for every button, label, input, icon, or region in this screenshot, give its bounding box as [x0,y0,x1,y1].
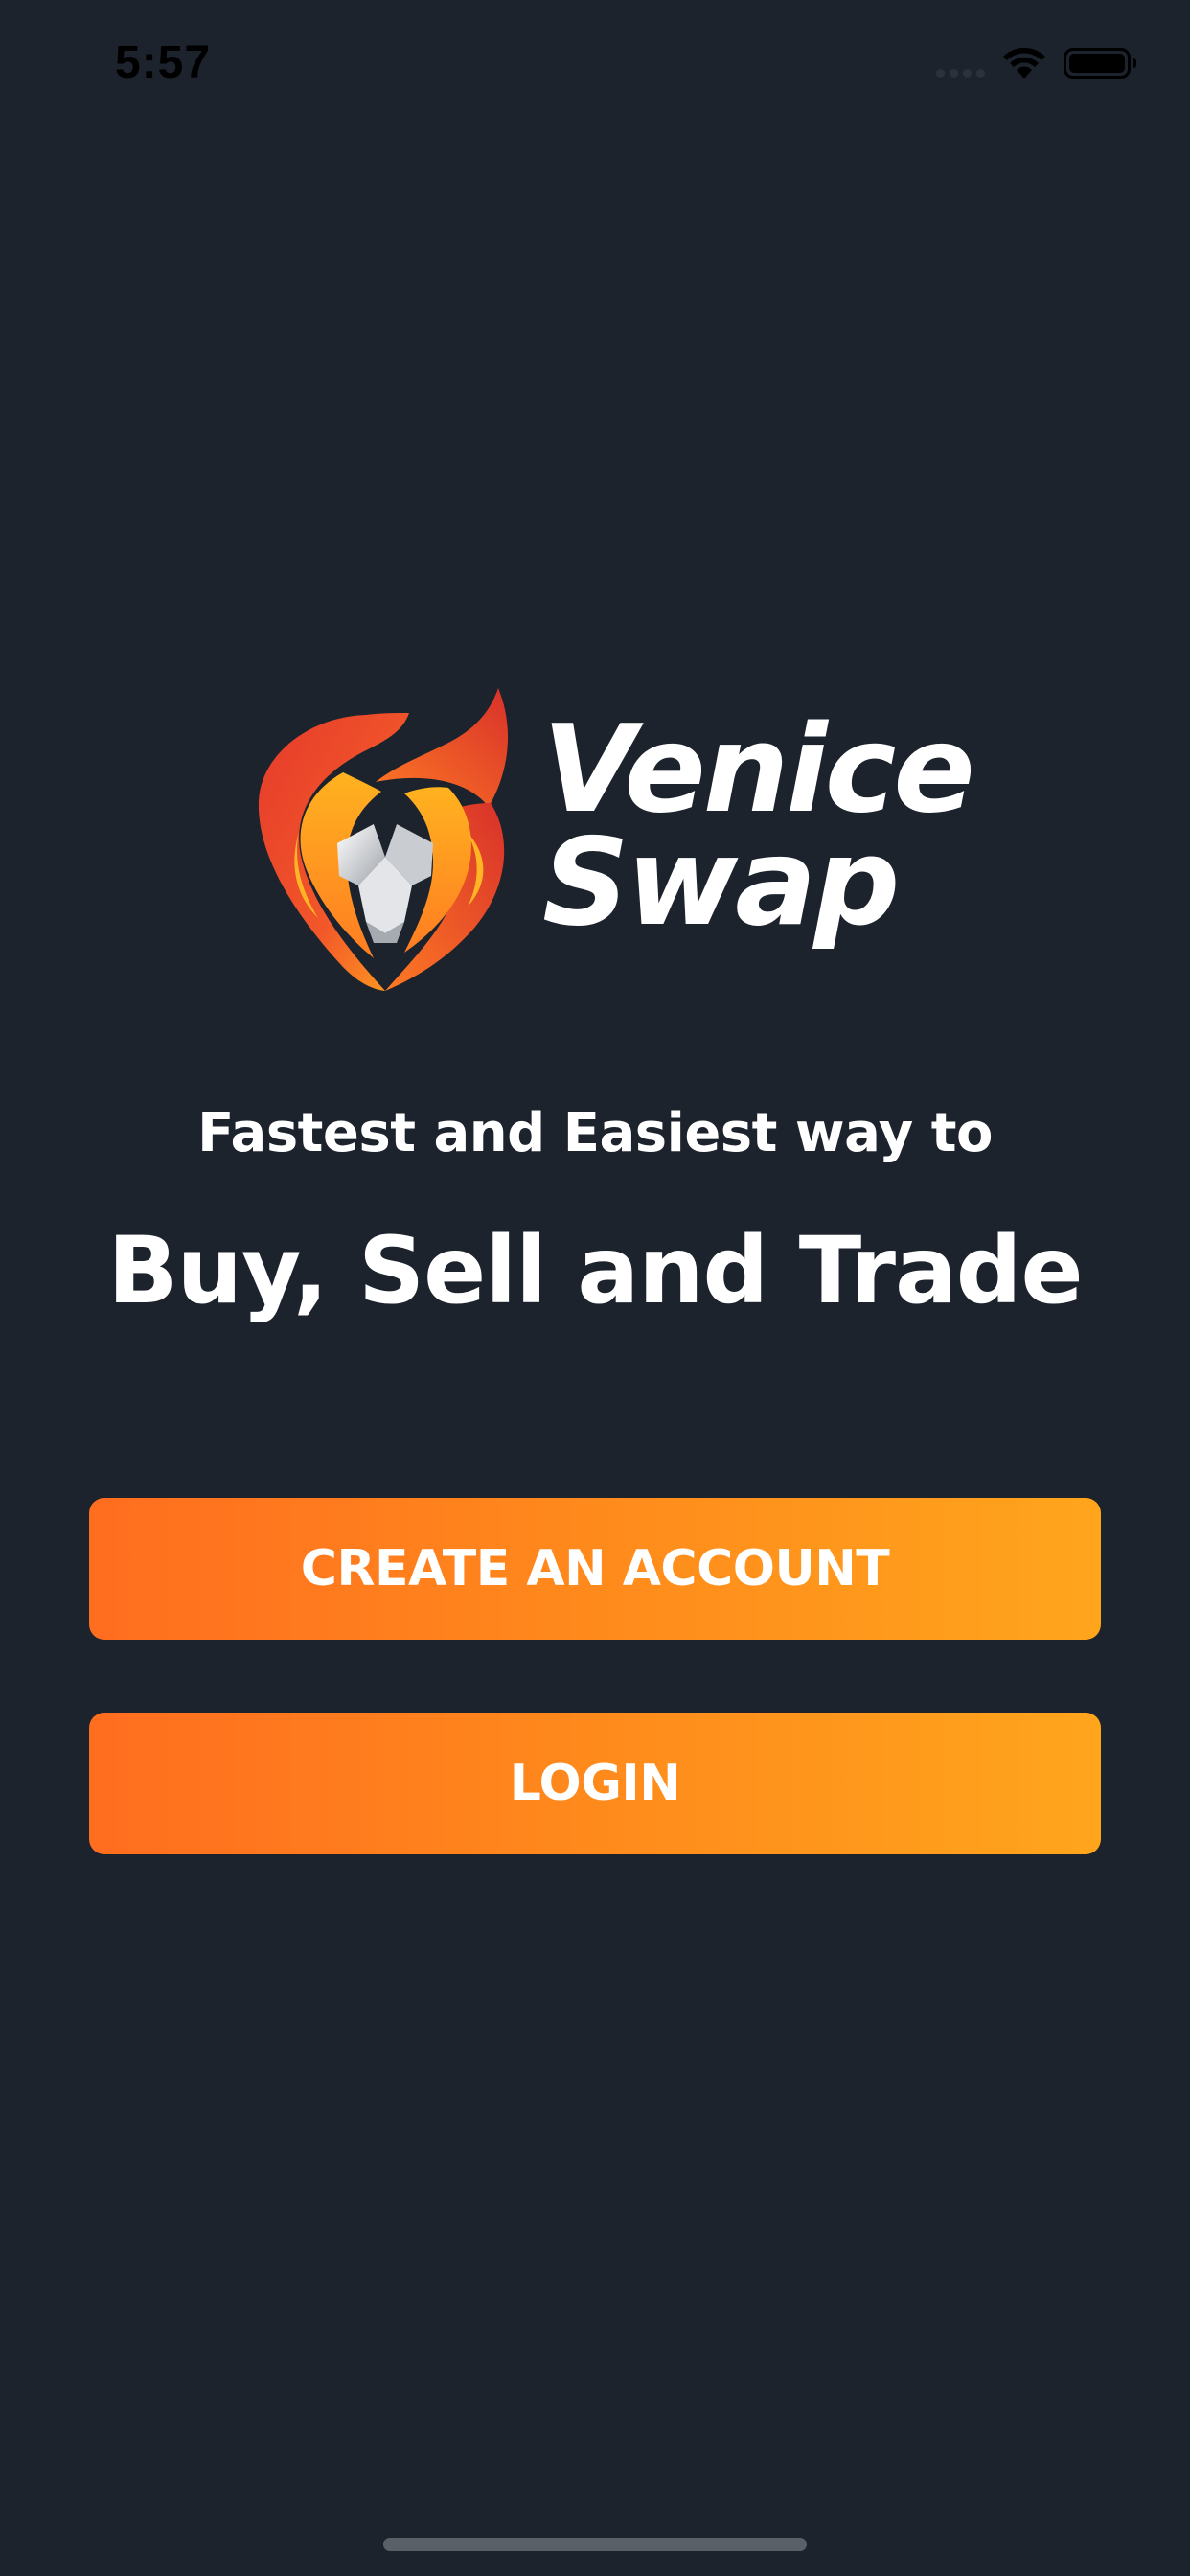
status-time: 5:57 [115,37,212,88]
status-icons [936,44,1136,82]
wifi-icon [1003,47,1045,79]
app-logo: Venice Swap [251,688,975,993]
logo-wordmark: Venice Swap [542,699,975,953]
logo-text-line1: Venice [542,699,975,840]
create-account-button[interactable]: CREATE AN ACCOUNT [89,1498,1101,1640]
tagline: Fastest and Easiest way to [197,1102,993,1164]
home-indicator[interactable] [383,2538,807,2551]
battery-icon [1064,48,1136,79]
lion-flame-icon [258,688,509,991]
headline: Buy, Sell and Trade [107,1217,1083,1324]
logo-text-line2: Swap [542,812,900,953]
status-bar: 5:57 [0,0,1190,134]
cellular-signal-icon [936,49,985,78]
login-button[interactable]: LOGIN [89,1713,1101,1854]
